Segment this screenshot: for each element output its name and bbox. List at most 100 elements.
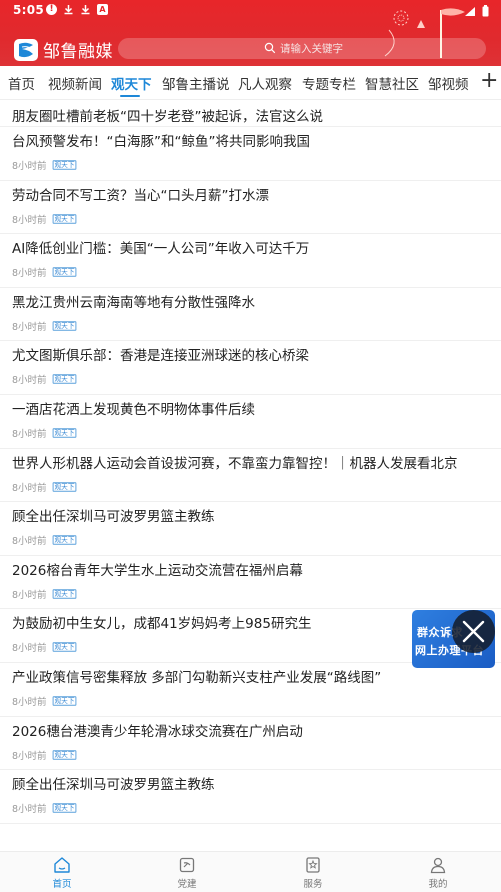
- search-placeholder: 请输入关键字: [280, 43, 343, 55]
- nav-party-building[interactable]: 党建: [157, 856, 217, 890]
- news-tag-badge: 观天下: [52, 481, 76, 492]
- news-meta: 8小时前 观天下: [12, 319, 77, 333]
- nav-label: 我的: [428, 879, 448, 890]
- news-title: 黑龙江贵州云南海南等地有分散性强降水: [12, 294, 255, 311]
- tab-smart-community[interactable]: 智慧社区: [365, 73, 419, 93]
- add-tab-icon[interactable]: +: [480, 69, 498, 93]
- tab-zou-video[interactable]: 邹视频: [428, 73, 469, 93]
- search-input[interactable]: 请输入关键字: [118, 38, 486, 59]
- news-item[interactable]: AI降低创业门槛：美国“一人公司”年收入可达千万 8小时前 观天下: [0, 234, 501, 288]
- status-system-icons: [464, 5, 489, 17]
- app-icon: A: [97, 4, 108, 15]
- news-meta: 8小时前 观天下: [12, 748, 77, 762]
- news-tag-badge: 观天下: [52, 428, 76, 438]
- news-title: 产业政策信号密集释放 多部门勾勒新兴支柱产业发展“路线图”: [12, 669, 382, 686]
- news-item[interactable]: 2026榕台青年大学生水上运动交流营在福州启幕 8小时前 观天下: [0, 556, 501, 610]
- news-tag-badge: 观天下: [52, 267, 76, 277]
- bottom-nav: 首页 党建 服务 我的: [0, 851, 501, 892]
- news-tag-badge: 观天下: [52, 696, 76, 706]
- tab-home[interactable]: 首页: [8, 73, 35, 93]
- news-item[interactable]: 尤文图斯俱乐部：香港是连接亚洲球迷的核心桥梁 8小时前 观天下: [0, 341, 501, 395]
- news-meta: 8小时前 观天下: [12, 158, 77, 172]
- news-time: 8小时前: [12, 268, 47, 280]
- news-time: 8小时前: [12, 696, 47, 708]
- news-title: 2026榕台青年大学生水上运动交流营在福州启幕: [12, 562, 303, 579]
- nav-label: 首页: [52, 879, 72, 890]
- news-tag-badge: 观天下: [52, 803, 76, 813]
- news-time: 8小时前: [12, 536, 47, 548]
- news-title: 尤文图斯俱乐部：香港是连接亚洲球迷的核心桥梁: [12, 348, 309, 365]
- nav-profile[interactable]: 我的: [408, 856, 468, 890]
- party-building-icon: [179, 857, 195, 873]
- tab-special-topics[interactable]: 专题专栏: [302, 73, 356, 93]
- news-title: 台风预警发布！“白海豚”和“鲸鱼”将共同影响我国: [12, 134, 310, 150]
- news-item[interactable]: 顾全出任深圳马可波罗男篮主教练 8小时前 观天下: [0, 502, 501, 556]
- news-tag-badge: 观天下: [52, 374, 76, 385]
- news-time: 8小时前: [12, 804, 47, 816]
- news-time: 8小时前: [12, 589, 47, 601]
- active-tab-indicator: [120, 95, 140, 97]
- news-list: 朋友圈吐槽前老板“四十岁老登”被起诉，法官这么说 台风预警发布！“白海豚”和“鲸…: [0, 100, 501, 824]
- news-title: 2026穗台港澳青少年轮滑冰球交流赛在广州启动: [12, 723, 303, 740]
- category-tabs: 首页 视频新闻 观天下 邹鲁主播说 凡人观察 专题专栏 智慧社区 邹视频 +: [0, 66, 501, 100]
- news-meta: 8小时前 观天下: [12, 480, 77, 494]
- news-item[interactable]: 产业政策信号密集释放 多部门勾勒新兴支柱产业发展“路线图” 8小时前 观天下: [0, 663, 501, 717]
- news-meta: 8小时前 观天下: [12, 533, 77, 547]
- brand[interactable]: 邹鲁融媒: [14, 37, 113, 62]
- nav-label: 党建: [177, 879, 197, 890]
- news-meta: 8小时前 观天下: [12, 587, 77, 601]
- alert-icon: !: [46, 4, 57, 15]
- download-icon: [80, 4, 91, 15]
- tab-ordinary-people[interactable]: 凡人观察: [238, 73, 292, 93]
- news-title: 朋友圈吐槽前老板“四十岁老登”被起诉，法官这么说: [12, 109, 323, 125]
- brand-logo-icon: [14, 38, 38, 61]
- news-tag-badge: 观天下: [52, 589, 76, 599]
- news-item[interactable]: 世界人形机器人运动会首设拔河赛，不靠蛮力靠智控！｜机器人发展看北京 8小时前 观…: [0, 449, 501, 503]
- status-notification-icons: ! A: [46, 4, 108, 15]
- news-tag-badge: 观天下: [52, 321, 76, 331]
- news-title: AI降低创业门槛：美国“一人公司”年收入可达千万: [12, 241, 310, 258]
- news-meta: 8小时前 观天下: [12, 426, 77, 440]
- search-icon: [264, 42, 276, 54]
- news-item[interactable]: 朋友圈吐槽前老板“四十岁老登”被起诉，法官这么说: [0, 100, 501, 127]
- news-time: 8小时前: [12, 214, 47, 226]
- tab-video-news[interactable]: 视频新闻: [48, 73, 102, 93]
- news-time: 8小时前: [12, 161, 47, 172]
- news-item[interactable]: 一酒店花洒上发现黄色不明物体事件后续 8小时前 观天下: [0, 395, 501, 449]
- signal-icon: [465, 6, 475, 16]
- news-meta: 8小时前 观天下: [12, 212, 77, 226]
- news-meta: 8小时前 观天下: [12, 265, 77, 279]
- news-tag-badge: 观天下: [52, 642, 76, 653]
- status-time: 5:05: [13, 3, 45, 17]
- news-item[interactable]: 劳动合同不写工资？当心“口头月薪”打水漂 8小时前 观天下: [0, 181, 501, 235]
- nav-label: 服务: [303, 879, 323, 890]
- news-title: 世界人形机器人运动会首设拔河赛，不靠蛮力靠智控！｜机器人发展看北京: [12, 455, 458, 472]
- battery-icon: [482, 5, 489, 17]
- news-meta: 8小时前 观天下: [12, 801, 77, 815]
- news-tag-badge: 观天下: [52, 535, 76, 545]
- news-meta: 8小时前 观天下: [12, 372, 77, 386]
- news-tag-badge: 观天下: [52, 749, 76, 760]
- news-item[interactable]: 黑龙江贵州云南海南等地有分散性强降水 8小时前 观天下: [0, 288, 501, 342]
- nav-home[interactable]: 首页: [32, 856, 92, 890]
- news-title: 一酒店花洒上发现黄色不明物体事件后续: [12, 401, 255, 418]
- news-tag-badge: 观天下: [52, 160, 76, 170]
- news-meta: 8小时前 观天下: [12, 694, 77, 708]
- news-time: 8小时前: [12, 375, 47, 387]
- status-bar: 5:05 ! A: [0, 0, 501, 22]
- tab-zoulu-anchor[interactable]: 邹鲁主播说: [162, 73, 230, 93]
- tab-world-view[interactable]: 观天下: [111, 73, 152, 93]
- news-item[interactable]: 台风预警发布！“白海豚”和“鲸鱼”将共同影响我国 8小时前 观天下: [0, 127, 501, 181]
- news-title: 顾全出任深圳马可波罗男篮主教练: [12, 509, 215, 526]
- news-time: 8小时前: [12, 643, 47, 655]
- news-item[interactable]: 顾全出任深圳马可波罗男篮主教练 8小时前 观天下: [0, 770, 501, 824]
- profile-icon: [430, 857, 446, 874]
- app-header: 5:05 ! A 邹鲁融媒 请输入关键字: [0, 0, 501, 66]
- news-title: 顾全出任深圳马可波罗男篮主教练: [12, 777, 215, 794]
- news-item[interactable]: 2026穗台港澳青少年轮滑冰球交流赛在广州启动 8小时前 观天下: [0, 717, 501, 771]
- news-time: 8小时前: [12, 321, 47, 333]
- close-icon[interactable]: [452, 610, 495, 653]
- home-icon: [54, 857, 70, 873]
- news-meta: 8小时前 观天下: [12, 640, 77, 654]
- nav-service[interactable]: 服务: [283, 856, 343, 890]
